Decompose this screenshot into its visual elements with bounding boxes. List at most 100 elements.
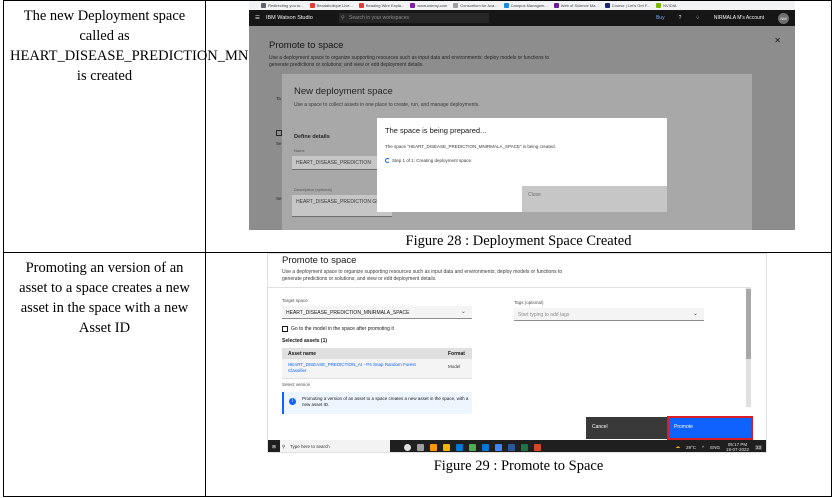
youtube-icon [358, 3, 364, 9]
page-icon [604, 3, 610, 9]
goto-model-checkbox-row[interactable]: Go to the model in the space after promo… [282, 326, 394, 332]
excel-icon[interactable] [521, 443, 528, 451]
row1-description: The new Deployment space called as HEART… [10, 8, 357, 84]
help-icon[interactable]: ? [679, 15, 682, 21]
info-text: Promoting a version of an asset to a spa… [302, 396, 469, 407]
target-space-label: Target space [282, 298, 308, 303]
notification-bell-icon[interactable]: ♢ [695, 15, 699, 21]
file-explorer-icon[interactable] [443, 443, 450, 451]
row1-description-cell: The new Deployment space called as HEART… [3, 0, 357, 253]
scrollbar-thumb[interactable] [746, 289, 751, 359]
figure-29-caption: Figure 29 : Promote to Space [433, 458, 604, 474]
nvidia-icon [656, 3, 662, 9]
task-view-icon[interactable] [417, 443, 424, 451]
goto-model-label: Go to the model in the space after promo… [291, 326, 394, 332]
bookmark-item[interactable]: Beadaholique Live... [309, 3, 353, 9]
search-icon: ⚲ [282, 444, 286, 449]
modal-step: Step 1 of 1: Creating deployment space. [392, 158, 473, 163]
modal-description: The space "HEART_DISEASE_PREDICTION_MNIR… [385, 144, 556, 149]
windows-start-icon[interactable]: ⊞ [268, 444, 280, 450]
hamburger-menu-icon[interactable]: ☰ [255, 15, 260, 21]
language-indicator[interactable]: ENG [710, 445, 720, 450]
info-icon: i [289, 398, 296, 405]
notification-count[interactable]: 23 [754, 444, 762, 450]
udemy-icon [410, 3, 416, 9]
loading-spinner-icon [385, 158, 390, 163]
figure-28-caption: Figure 28 : Deployment Space Created [405, 233, 632, 249]
promote-title: Promote to space [269, 40, 344, 51]
temperature: 29°C [686, 444, 697, 450]
bookmark-item[interactable]: Beading Wire Expla... [358, 3, 404, 9]
divider [268, 287, 746, 288]
ibm-header: ☰ IBM Watson Studio ⚲ Search in your wor… [249, 10, 795, 26]
chevron-down-icon: ⌄ [460, 309, 466, 315]
chevron-down-icon: ⌄ [692, 311, 698, 317]
scrollbar[interactable] [746, 287, 751, 407]
windows-taskbar: ⊞ ⚲ Type here to search ☁ 29°C ^ ENG 05:… [268, 440, 766, 452]
buy-link[interactable]: Buy [656, 15, 665, 21]
row2-figure-cell: Promote to space Use a deployment space … [205, 252, 832, 497]
side-label: Se [276, 141, 282, 146]
bookmark-item[interactable]: Consortium for Aca... [453, 3, 498, 9]
target-space-dropdown[interactable]: HEART_DISEASE_PREDICTION_MNIRMALA_SPACE … [282, 306, 472, 319]
tags-input[interactable]: Start typing to add tags ⌄ [514, 308, 704, 321]
row2-description: Promoting an version of an asset to a sp… [19, 260, 190, 336]
tray-chevron-icon[interactable]: ^ [702, 445, 704, 450]
word-icon[interactable] [508, 443, 515, 451]
modal-title: The space is being prepared... [385, 126, 487, 135]
bookmark-item[interactable]: Redirecting you to... [261, 3, 304, 9]
bookmarks-bar: Redirecting you to... Beadaholique Live.… [249, 1, 795, 10]
powerpoint-icon[interactable] [534, 443, 541, 451]
description-label: Description (optional) [294, 187, 332, 192]
side-label: Ta [276, 96, 281, 101]
define-details-heading: Define details [294, 134, 330, 140]
side-label: Se [276, 196, 282, 201]
cortana-icon[interactable] [404, 443, 411, 451]
newdep-title: New deployment space [294, 86, 393, 97]
checkbox[interactable] [282, 326, 288, 332]
asset-format: Model [448, 364, 461, 369]
page-icon [261, 3, 266, 9]
info-notification: i Promoting a version of an asset to a s… [282, 392, 472, 414]
space-preparing-modal: The space is being prepared... The space… [377, 118, 667, 212]
bookmark-item[interactable]: Web of Science Ma... [553, 3, 599, 9]
page-icon [553, 3, 559, 9]
row1-figure-cell: Redirecting you to... Beadaholique Live.… [205, 0, 832, 253]
col-asset-name: Asset name [288, 351, 317, 357]
bookmark-item[interactable]: NVIDIA [656, 3, 677, 9]
promote-button[interactable]: Promote [667, 416, 753, 440]
mail-icon[interactable] [482, 443, 489, 451]
app-name: IBM Watson Studio [265, 15, 313, 21]
table-header: Asset name Format [282, 348, 472, 359]
page-icon [503, 3, 509, 9]
close-button[interactable]: Close [522, 186, 667, 212]
promote-description: Use a deployment space to organize suppo… [269, 55, 550, 68]
chrome-icon[interactable] [495, 443, 502, 451]
workspace-search-input[interactable]: ⚲ Search in your workspaces [339, 13, 489, 23]
cancel-button[interactable]: Cancel [586, 417, 668, 439]
col-format: Format [448, 351, 465, 357]
row2-description-cell: Promoting an version of an asset to a sp… [3, 252, 206, 497]
name-label: Name [294, 148, 305, 153]
document-table: The new Deployment space called as HEART… [3, 0, 832, 497]
avatar[interactable]: NM [778, 12, 789, 24]
taskbar-search-input[interactable]: ⚲ Type here to search [280, 440, 390, 452]
youtube-icon [309, 3, 315, 9]
bookmark-item[interactable]: www.udemy.com [410, 3, 447, 9]
bookmark-item[interactable]: Campus Managem... [503, 3, 548, 9]
clock[interactable]: 05:17 PM 19-07-2022 [726, 442, 749, 452]
newdep-description: Use a space to collect assets in one pla… [294, 102, 480, 108]
promote-description: Use a deployment space to organize suppo… [282, 269, 563, 282]
bookmark-item[interactable]: Course | Let's Get F... [604, 3, 650, 9]
firefox-icon[interactable] [430, 443, 437, 451]
edge-icon[interactable] [456, 443, 463, 451]
close-icon[interactable]: ✕ [774, 36, 781, 45]
figure-29-screenshot: Promote to space Use a deployment space … [267, 253, 767, 453]
selected-assets-heading: Selected assets (1) [282, 338, 328, 344]
select-version-label: Select version [282, 382, 311, 387]
promote-title: Promote to space [282, 255, 357, 266]
store-icon[interactable] [469, 443, 476, 451]
selected-assets-table: Asset name Format HEART_DISEASE_PREDICTI… [282, 348, 472, 379]
account-switcher[interactable]: NIRMALA M's Account [714, 15, 764, 21]
asset-name-link[interactable]: HEART_DISEASE_PREDICTION_AI - P4 Snap Ra… [288, 362, 418, 374]
